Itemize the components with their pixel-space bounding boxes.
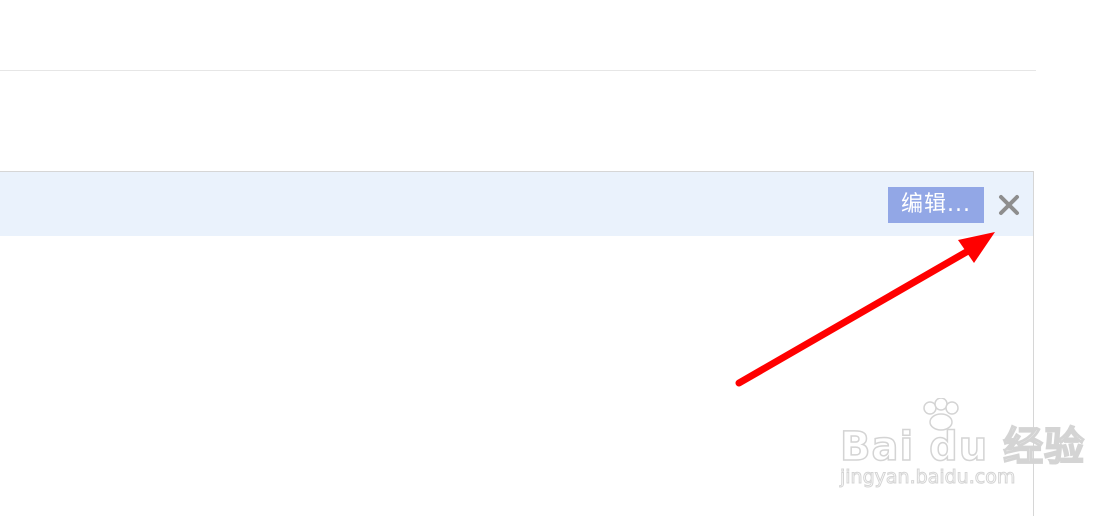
edit-button[interactable]: 编辑... xyxy=(888,187,984,223)
page: 编辑... Bai du 经验 jingyan.baidu.com xyxy=(0,0,1098,516)
close-icon xyxy=(999,195,1019,215)
close-button[interactable] xyxy=(994,190,1024,220)
divider xyxy=(0,70,1036,71)
panel-header: 编辑... xyxy=(0,172,1033,236)
content-panel: 编辑... xyxy=(0,171,1034,516)
